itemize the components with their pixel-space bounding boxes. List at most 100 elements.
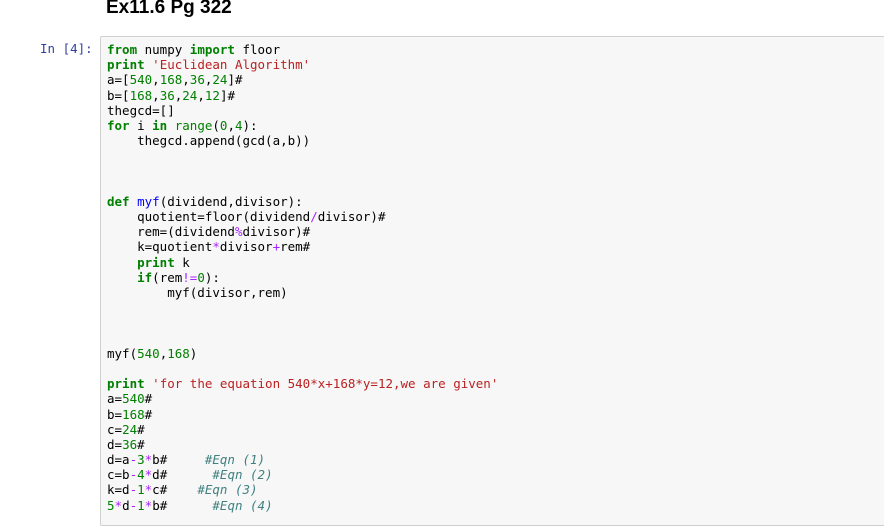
code-token: 540: [137, 345, 160, 361]
code-token: 24: [182, 87, 198, 103]
code-token: 36: [189, 72, 205, 88]
code-token: numpy: [137, 42, 190, 57]
code-token: 168: [167, 345, 190, 361]
code-token: #Eqn (2): [212, 467, 273, 483]
code-token: !=: [182, 269, 198, 285]
code-cell-input[interactable]: from numpy import floor print 'Euclidean …: [100, 36, 884, 526]
code-token: ]#: [227, 72, 243, 88]
code-token: thegcd.append(gcd(a,b)): [107, 133, 311, 149]
code-token: k: [174, 254, 190, 270]
code-token: myf(: [107, 345, 138, 361]
code-line: d=a-3*b# #Eqn (1): [107, 452, 498, 467]
code-token: k=d: [107, 482, 130, 498]
code-token: #: [144, 406, 153, 422]
code-line: print 'for the equation 540*x+168*y=12,w…: [107, 376, 498, 391]
code-line: b=[168,36,24,12]#: [107, 88, 498, 103]
code-token: 24: [212, 72, 228, 88]
code-token: #Eqn (1): [204, 452, 266, 468]
code-token: range: [174, 117, 213, 133]
code-token: divisor)#: [317, 209, 386, 225]
code-line: print 'Euclidean Algorithm': [107, 57, 498, 72]
code-token: d=a: [107, 452, 130, 468]
code-token: 3: [137, 452, 145, 468]
code-token: 36: [122, 436, 138, 452]
code-line: def myf(dividend,divisor):: [107, 194, 498, 209]
code-token: c#: [152, 482, 198, 498]
code-token: quotient=floor(dividend: [107, 209, 311, 225]
code-token: 0: [197, 269, 205, 285]
code-token: d=: [107, 436, 123, 452]
code-token: 168: [122, 406, 145, 422]
input-prompt: In [4]:: [40, 41, 93, 56]
code-token: 540: [122, 391, 145, 407]
code-token: d: [122, 497, 130, 513]
code-token: b=[: [107, 87, 130, 103]
code-token: #Eqn (3): [197, 482, 258, 498]
code-token: (dividend,divisor):: [159, 193, 303, 209]
code-token: 'for the equation 540*x+168*y=12,we are …: [152, 376, 499, 392]
code-token: a=[: [107, 72, 130, 88]
code-token: c=: [107, 421, 123, 437]
code-token: in: [152, 117, 168, 133]
code-token: 5: [107, 497, 115, 513]
code-token: 4: [137, 467, 145, 483]
code-token: myf(divisor,rem): [107, 285, 288, 300]
code-token: (: [212, 117, 220, 133]
code-editor[interactable]: from numpy import floor print 'Euclidean …: [107, 42, 498, 513]
code-token: def: [107, 193, 130, 209]
code-token: 540: [129, 72, 153, 88]
code-token: ):: [204, 269, 220, 285]
code-token: print: [107, 376, 145, 392]
code-token: divisor)#: [242, 224, 311, 240]
code-line: c=b-4*d# #Eqn (2): [107, 467, 498, 482]
code-token: for: [107, 117, 130, 133]
code-token: b#: [152, 497, 213, 513]
notebook-heading: Ex11.6 Pg 322: [106, 0, 232, 18]
code-line: myf(540,168): [107, 346, 498, 361]
code-token: rem=(dividend: [107, 224, 235, 240]
code-token: print: [107, 57, 145, 73]
code-token: b=: [107, 406, 123, 422]
code-line: for i in range(0,4):: [107, 118, 498, 133]
code-token: -: [129, 467, 138, 483]
code-token: myf: [137, 193, 160, 209]
code-token: +: [272, 239, 281, 255]
code-token: k=quotient: [107, 239, 213, 255]
code-token: 1: [137, 497, 145, 513]
code-token: #Eqn (4): [212, 497, 273, 513]
code-token: 168: [129, 87, 153, 103]
code-line: rem=(dividend%divisor)#: [107, 224, 498, 239]
code-token: 168: [159, 72, 183, 88]
code-token: a=: [107, 391, 123, 407]
code-token: 'Euclidean Algorithm': [152, 57, 311, 73]
code-token: 4: [234, 117, 243, 133]
code-line: b=168#: [107, 407, 498, 422]
code-token: /: [310, 209, 318, 225]
code-line: quotient=floor(dividend/divisor)#: [107, 209, 498, 224]
code-line: a=540#: [107, 391, 498, 406]
code-token: 1: [137, 482, 145, 498]
code-token: if: [137, 269, 153, 285]
code-token: #: [137, 436, 145, 452]
code-token: *: [212, 239, 220, 255]
code-token: c=b: [107, 467, 130, 483]
code-token: from: [107, 42, 138, 57]
code-line: a=[540,168,36,24]#: [107, 72, 498, 87]
code-token: print: [137, 254, 175, 270]
code-token: divisor: [219, 239, 273, 255]
code-line: myf(divisor,rem): [107, 285, 498, 300]
code-line: k=d-1*c# #Eqn (3): [107, 482, 498, 497]
code-line: thegcd.append(gcd(a,b)): [107, 133, 498, 148]
code-token: (rem: [152, 269, 183, 285]
code-line: thegcd=[]: [107, 103, 498, 118]
code-token: ,: [152, 87, 160, 103]
code-token: 36: [159, 87, 175, 103]
